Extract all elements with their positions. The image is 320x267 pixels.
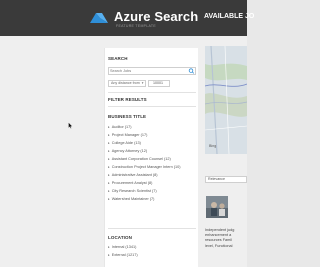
- caret-right-icon: ▸: [108, 133, 110, 137]
- job-thumbnail-image[interactable]: [206, 196, 228, 218]
- filter-sidebar: SEARCH Any distance from▾ 10001 FILTER R…: [104, 48, 198, 267]
- facet-item-business[interactable]: ▸ Auditor (17): [108, 124, 132, 130]
- caret-right-icon: ▸: [108, 253, 110, 257]
- nav-available-jobs-link[interactable]: AVAILABLE JO: [204, 13, 254, 20]
- caret-right-icon: ▸: [108, 181, 110, 185]
- app-window: Azure Search FEATURE TEMPLATE AVAILABLE …: [0, 0, 254, 267]
- facet-item-location[interactable]: ▸ External (1217): [108, 252, 138, 258]
- brand-subtitle: FEATURE TEMPLATE: [116, 24, 156, 28]
- job-thumbnail-graphic: [206, 196, 228, 218]
- location-heading: LOCATION: [108, 235, 132, 240]
- map-attribution: Bing: [209, 144, 217, 148]
- caret-right-icon: ▸: [108, 149, 110, 153]
- facet-item-business[interactable]: ▸ Agency Attorney (12): [108, 148, 147, 154]
- search-icon[interactable]: [188, 68, 195, 74]
- divider: [108, 228, 196, 229]
- facet-item-business[interactable]: ▸ Procurement Analyst (8): [108, 180, 152, 186]
- job-desc-line: level, Functional: [205, 243, 233, 248]
- caret-right-icon: ▸: [108, 189, 110, 193]
- job-map[interactable]: Bing: [205, 46, 247, 154]
- caret-right-icon: ▸: [108, 157, 110, 161]
- caret-right-icon: ▸: [108, 197, 110, 201]
- facet-item-business[interactable]: ▸ Construction Project Manager Intern (10…: [108, 164, 181, 170]
- sort-value: Relevance: [208, 177, 225, 181]
- azure-search-logo-icon: [90, 13, 108, 23]
- map-canvas: [205, 46, 247, 154]
- mouse-cursor-icon: [68, 122, 73, 129]
- caret-right-icon: ▸: [108, 141, 110, 145]
- facet-item-business[interactable]: ▸ Assistant Corporation Counsel (12): [108, 156, 171, 162]
- top-header: Azure Search FEATURE TEMPLATE AVAILABLE …: [0, 0, 254, 36]
- distance-select[interactable]: Any distance from ▾: [108, 80, 146, 87]
- caret-right-icon: ▸: [108, 165, 110, 169]
- sort-select[interactable]: Relevance: [205, 176, 247, 183]
- search-section-title: SEARCH: [108, 56, 128, 61]
- divider: [108, 106, 196, 107]
- facet-item-business[interactable]: ▸ College Aide (13): [108, 140, 141, 146]
- caret-right-icon: ▸: [108, 125, 110, 129]
- caret-right-icon: ▸: [108, 245, 110, 249]
- search-box[interactable]: [108, 67, 196, 75]
- job-description: Independent judg enhancement a resources…: [205, 228, 247, 249]
- divider: [108, 92, 196, 93]
- filter-results-title: FILTER RESULTS: [108, 97, 147, 102]
- facet-item-business[interactable]: ▸ Watershed Maintainer (7): [108, 196, 154, 202]
- search-input[interactable]: [110, 68, 186, 74]
- facet-item-business[interactable]: ▸ City Research Scientist (7): [108, 188, 157, 194]
- business-title-heading: BUSINESS TITLE: [108, 114, 147, 119]
- facet-item-business[interactable]: ▸ Administrative Assistant (8): [108, 172, 158, 178]
- caret-right-icon: ▸: [108, 173, 110, 177]
- zip-code-field[interactable]: 10001: [148, 80, 170, 87]
- distance-label: Any distance from: [111, 81, 140, 85]
- facet-item-location[interactable]: ▸ Internal (1341): [108, 244, 136, 250]
- brand-title[interactable]: Azure Search: [114, 9, 198, 24]
- facet-item-business[interactable]: ▸ Project Manager (17): [108, 132, 147, 138]
